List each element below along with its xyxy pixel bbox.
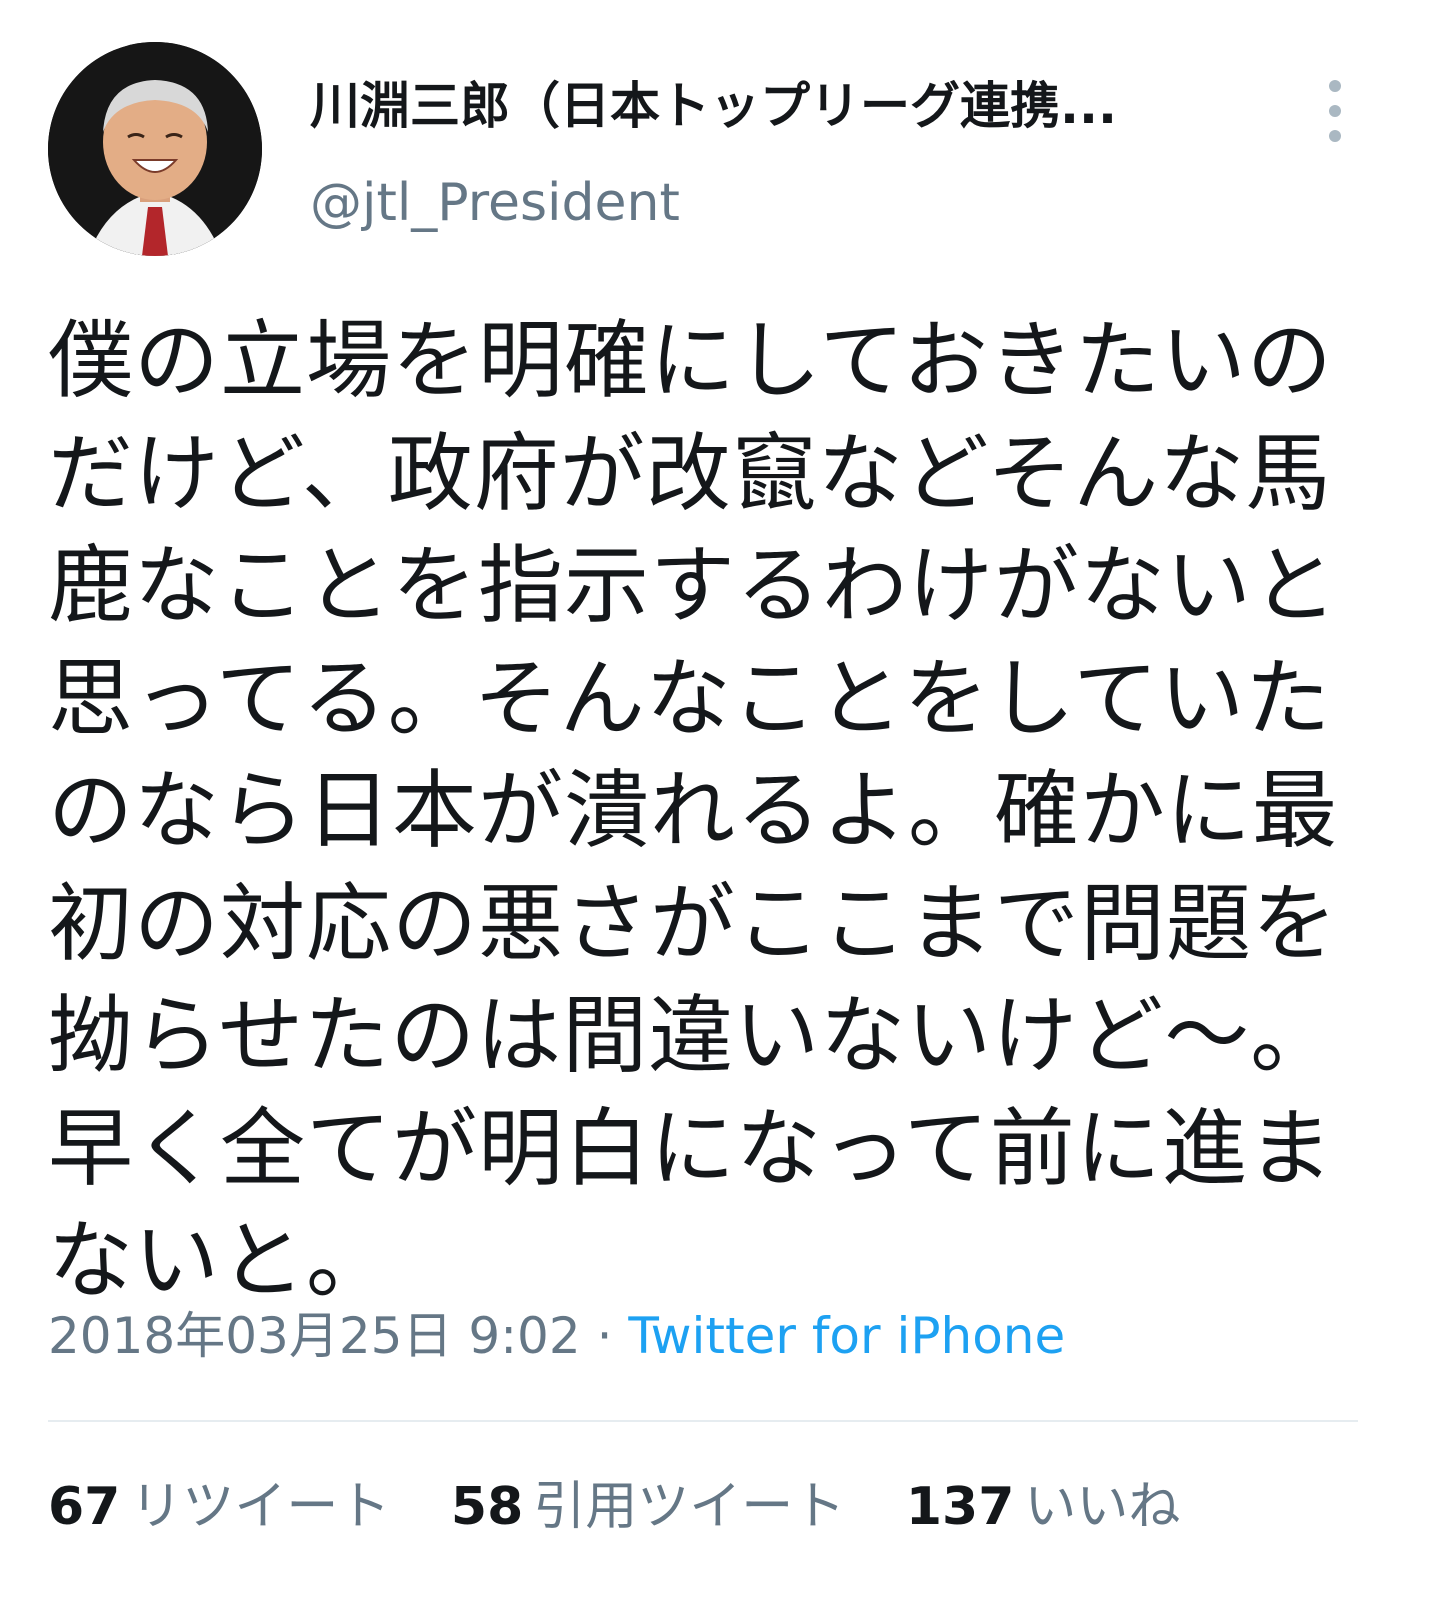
avatar-image <box>48 42 262 256</box>
quotes-stat[interactable]: 58 引用ツイート <box>451 1476 845 1538</box>
user-handle[interactable]: @jtl_President <box>310 172 680 234</box>
retweets-label: リツイート <box>130 1477 391 1537</box>
likes-label: いいね <box>1024 1477 1181 1537</box>
vertical-dots-icon-dot <box>1329 130 1341 142</box>
tweet-detail: 川淵三郎（日本トップリーグ連携... @jtl_President 僕の立場を明… <box>0 0 1440 1610</box>
display-name[interactable]: 川淵三郎（日本トップリーグ連携... <box>310 76 1260 136</box>
divider <box>48 1420 1358 1422</box>
retweets-stat[interactable]: 67 リツイート <box>48 1476 390 1538</box>
tweet-meta: 2018年03月25日 9:02 · Twitter for iPhone <box>48 1306 1065 1366</box>
meta-separator: · <box>580 1307 629 1365</box>
tweet-text: 僕の立場を明確にしておきたいのだけど、政府が改竄などそんな馬鹿なことを指示するわ… <box>48 312 1339 1311</box>
quotes-label: 引用ツイート <box>533 1477 846 1537</box>
tweet-stats: 67 リツイート 58 引用ツイート 137 いいね <box>48 1476 1224 1538</box>
retweets-count: 67 <box>48 1477 121 1537</box>
tweet-timestamp[interactable]: 2018年03月25日 9:02 <box>48 1307 581 1365</box>
quotes-count: 58 <box>450 1477 524 1537</box>
more-options-button[interactable] <box>1320 78 1350 144</box>
avatar[interactable] <box>48 42 262 256</box>
likes-count: 137 <box>905 1477 1015 1537</box>
likes-stat[interactable]: 137 いいね <box>906 1476 1181 1538</box>
vertical-dots-icon-dot <box>1329 105 1341 117</box>
tweet-source-link[interactable]: Twitter for iPhone <box>628 1307 1065 1365</box>
vertical-dots-icon <box>1329 80 1341 92</box>
